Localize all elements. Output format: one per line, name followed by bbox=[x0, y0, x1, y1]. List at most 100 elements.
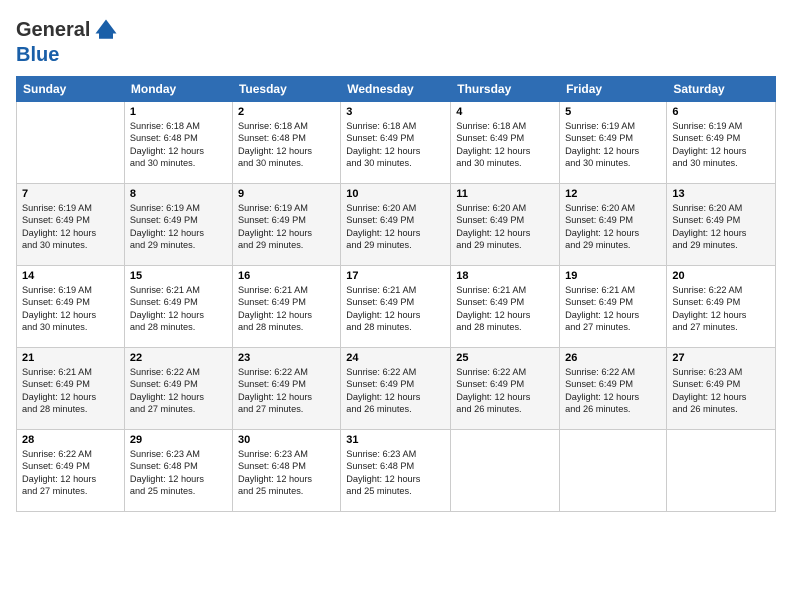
day-info: Sunrise: 6:22 AM Sunset: 6:49 PM Dayligh… bbox=[346, 366, 445, 416]
day-number: 18 bbox=[456, 270, 554, 282]
day-info: Sunrise: 6:20 AM Sunset: 6:49 PM Dayligh… bbox=[565, 202, 661, 252]
day-info: Sunrise: 6:18 AM Sunset: 6:49 PM Dayligh… bbox=[456, 120, 554, 170]
day-number: 26 bbox=[565, 352, 661, 364]
day-number: 14 bbox=[22, 270, 119, 282]
table-row: 20 Sunrise: 6:22 AM Sunset: 6:49 PM Dayli… bbox=[667, 266, 776, 348]
table-row: 29 Sunrise: 6:23 AM Sunset: 6:48 PM Dayli… bbox=[124, 430, 232, 512]
day-number: 3 bbox=[346, 106, 445, 118]
day-number: 4 bbox=[456, 106, 554, 118]
day-info: Sunrise: 6:21 AM Sunset: 6:49 PM Dayligh… bbox=[346, 284, 445, 334]
calendar-week-row: 1Sunrise: 6:18 AM Sunset: 6:48 PM Daylig… bbox=[17, 102, 776, 184]
day-info: Sunrise: 6:18 AM Sunset: 6:48 PM Dayligh… bbox=[130, 120, 227, 170]
day-number: 22 bbox=[130, 352, 227, 364]
table-row: 10 Sunrise: 6:20 AM Sunset: 6:49 PM Dayli… bbox=[341, 184, 451, 266]
day-info: Sunrise: 6:20 AM Sunset: 6:49 PM Dayligh… bbox=[346, 202, 445, 252]
table-row: 18 Sunrise: 6:21 AM Sunset: 6:49 PM Dayli… bbox=[451, 266, 560, 348]
day-info: Sunrise: 6:22 AM Sunset: 6:49 PM Dayligh… bbox=[238, 366, 335, 416]
day-number: 8 bbox=[130, 188, 227, 200]
calendar-week-row: 14 Sunrise: 6:19 AM Sunset: 6:49 PM Dayli… bbox=[17, 266, 776, 348]
day-number: 29 bbox=[130, 434, 227, 446]
table-row: 25 Sunrise: 6:22 AM Sunset: 6:49 PM Dayli… bbox=[451, 348, 560, 430]
calendar-table: Sunday Monday Tuesday Wednesday Thursday… bbox=[16, 76, 776, 512]
day-number: 17 bbox=[346, 270, 445, 282]
day-number: 13 bbox=[672, 188, 770, 200]
table-row: 27 Sunrise: 6:23 AM Sunset: 6:49 PM Dayli… bbox=[667, 348, 776, 430]
table-row bbox=[451, 430, 560, 512]
day-number: 6 bbox=[672, 106, 770, 118]
day-number: 20 bbox=[672, 270, 770, 282]
table-row: 11 Sunrise: 6:20 AM Sunset: 6:49 PM Dayli… bbox=[451, 184, 560, 266]
table-row: 23 Sunrise: 6:22 AM Sunset: 6:49 PM Dayli… bbox=[232, 348, 340, 430]
day-number: 24 bbox=[346, 352, 445, 364]
day-number: 21 bbox=[22, 352, 119, 364]
table-row: 12 Sunrise: 6:20 AM Sunset: 6:49 PM Dayli… bbox=[560, 184, 667, 266]
day-info: Sunrise: 6:21 AM Sunset: 6:49 PM Dayligh… bbox=[22, 366, 119, 416]
table-row: 5Sunrise: 6:19 AM Sunset: 6:49 PM Daylig… bbox=[560, 102, 667, 184]
day-number: 7 bbox=[22, 188, 119, 200]
table-row: 16Sunrise: 6:21 AM Sunset: 6:49 PM Dayli… bbox=[232, 266, 340, 348]
day-info: Sunrise: 6:19 AM Sunset: 6:49 PM Dayligh… bbox=[238, 202, 335, 252]
table-row: 19 Sunrise: 6:21 AM Sunset: 6:49 PM Dayli… bbox=[560, 266, 667, 348]
day-info: Sunrise: 6:19 AM Sunset: 6:49 PM Dayligh… bbox=[22, 284, 119, 334]
day-number: 12 bbox=[565, 188, 661, 200]
table-row: 31Sunrise: 6:23 AM Sunset: 6:48 PM Dayli… bbox=[341, 430, 451, 512]
day-number: 2 bbox=[238, 106, 335, 118]
table-row: 26Sunrise: 6:22 AM Sunset: 6:49 PM Dayli… bbox=[560, 348, 667, 430]
col-sunday: Sunday bbox=[17, 77, 125, 102]
day-number: 10 bbox=[346, 188, 445, 200]
header: General Blue bbox=[16, 16, 776, 66]
table-row bbox=[560, 430, 667, 512]
day-number: 19 bbox=[565, 270, 661, 282]
page: General Blue Sunday Monday Tuesday Wedne… bbox=[0, 0, 792, 612]
day-info: Sunrise: 6:22 AM Sunset: 6:49 PM Dayligh… bbox=[22, 448, 119, 498]
day-info: Sunrise: 6:19 AM Sunset: 6:49 PM Dayligh… bbox=[22, 202, 119, 252]
day-info: Sunrise: 6:18 AM Sunset: 6:48 PM Dayligh… bbox=[238, 120, 335, 170]
day-info: Sunrise: 6:23 AM Sunset: 6:49 PM Dayligh… bbox=[672, 366, 770, 416]
logo-general: General bbox=[16, 19, 90, 41]
table-row: 14 Sunrise: 6:19 AM Sunset: 6:49 PM Dayli… bbox=[17, 266, 125, 348]
col-tuesday: Tuesday bbox=[232, 77, 340, 102]
day-number: 15 bbox=[130, 270, 227, 282]
day-info: Sunrise: 6:20 AM Sunset: 6:49 PM Dayligh… bbox=[672, 202, 770, 252]
table-row: 28Sunrise: 6:22 AM Sunset: 6:49 PM Dayli… bbox=[17, 430, 125, 512]
calendar-header-row: Sunday Monday Tuesday Wednesday Thursday… bbox=[17, 77, 776, 102]
day-info: Sunrise: 6:20 AM Sunset: 6:49 PM Dayligh… bbox=[456, 202, 554, 252]
day-number: 27 bbox=[672, 352, 770, 364]
table-row: 13 Sunrise: 6:20 AM Sunset: 6:49 PM Dayli… bbox=[667, 184, 776, 266]
table-row: 22 Sunrise: 6:22 AM Sunset: 6:49 PM Dayli… bbox=[124, 348, 232, 430]
day-number: 25 bbox=[456, 352, 554, 364]
table-row: 24 Sunrise: 6:22 AM Sunset: 6:49 PM Dayli… bbox=[341, 348, 451, 430]
day-number: 9 bbox=[238, 188, 335, 200]
table-row: 4 Sunrise: 6:18 AM Sunset: 6:49 PM Daylig… bbox=[451, 102, 560, 184]
day-number: 11 bbox=[456, 188, 554, 200]
calendar-week-row: 28Sunrise: 6:22 AM Sunset: 6:49 PM Dayli… bbox=[17, 430, 776, 512]
table-row: 3Sunrise: 6:18 AM Sunset: 6:49 PM Daylig… bbox=[341, 102, 451, 184]
day-info: Sunrise: 6:23 AM Sunset: 6:48 PM Dayligh… bbox=[130, 448, 227, 498]
day-info: Sunrise: 6:22 AM Sunset: 6:49 PM Dayligh… bbox=[130, 366, 227, 416]
table-row: 17 Sunrise: 6:21 AM Sunset: 6:49 PM Dayli… bbox=[341, 266, 451, 348]
logo-icon bbox=[92, 16, 120, 44]
day-info: Sunrise: 6:21 AM Sunset: 6:49 PM Dayligh… bbox=[456, 284, 554, 334]
logo-blue: Blue bbox=[16, 44, 59, 66]
day-info: Sunrise: 6:22 AM Sunset: 6:49 PM Dayligh… bbox=[672, 284, 770, 334]
day-info: Sunrise: 6:22 AM Sunset: 6:49 PM Dayligh… bbox=[456, 366, 554, 416]
calendar-week-row: 7 Sunrise: 6:19 AM Sunset: 6:49 PM Daylig… bbox=[17, 184, 776, 266]
day-info: Sunrise: 6:23 AM Sunset: 6:48 PM Dayligh… bbox=[238, 448, 335, 498]
day-number: 16 bbox=[238, 270, 335, 282]
day-number: 31 bbox=[346, 434, 445, 446]
day-info: Sunrise: 6:19 AM Sunset: 6:49 PM Dayligh… bbox=[130, 202, 227, 252]
table-row bbox=[667, 430, 776, 512]
day-number: 23 bbox=[238, 352, 335, 364]
day-info: Sunrise: 6:19 AM Sunset: 6:49 PM Dayligh… bbox=[565, 120, 661, 170]
calendar-week-row: 21 Sunrise: 6:21 AM Sunset: 6:49 PM Dayli… bbox=[17, 348, 776, 430]
table-row: 21 Sunrise: 6:21 AM Sunset: 6:49 PM Dayli… bbox=[17, 348, 125, 430]
table-row bbox=[17, 102, 125, 184]
table-row: 15 Sunrise: 6:21 AM Sunset: 6:49 PM Dayli… bbox=[124, 266, 232, 348]
day-info: Sunrise: 6:21 AM Sunset: 6:49 PM Dayligh… bbox=[565, 284, 661, 334]
table-row: 9 Sunrise: 6:19 AM Sunset: 6:49 PM Daylig… bbox=[232, 184, 340, 266]
col-saturday: Saturday bbox=[667, 77, 776, 102]
table-row: 8 Sunrise: 6:19 AM Sunset: 6:49 PM Daylig… bbox=[124, 184, 232, 266]
col-wednesday: Wednesday bbox=[341, 77, 451, 102]
day-info: Sunrise: 6:21 AM Sunset: 6:49 PM Dayligh… bbox=[130, 284, 227, 334]
table-row: 6Sunrise: 6:19 AM Sunset: 6:49 PM Daylig… bbox=[667, 102, 776, 184]
